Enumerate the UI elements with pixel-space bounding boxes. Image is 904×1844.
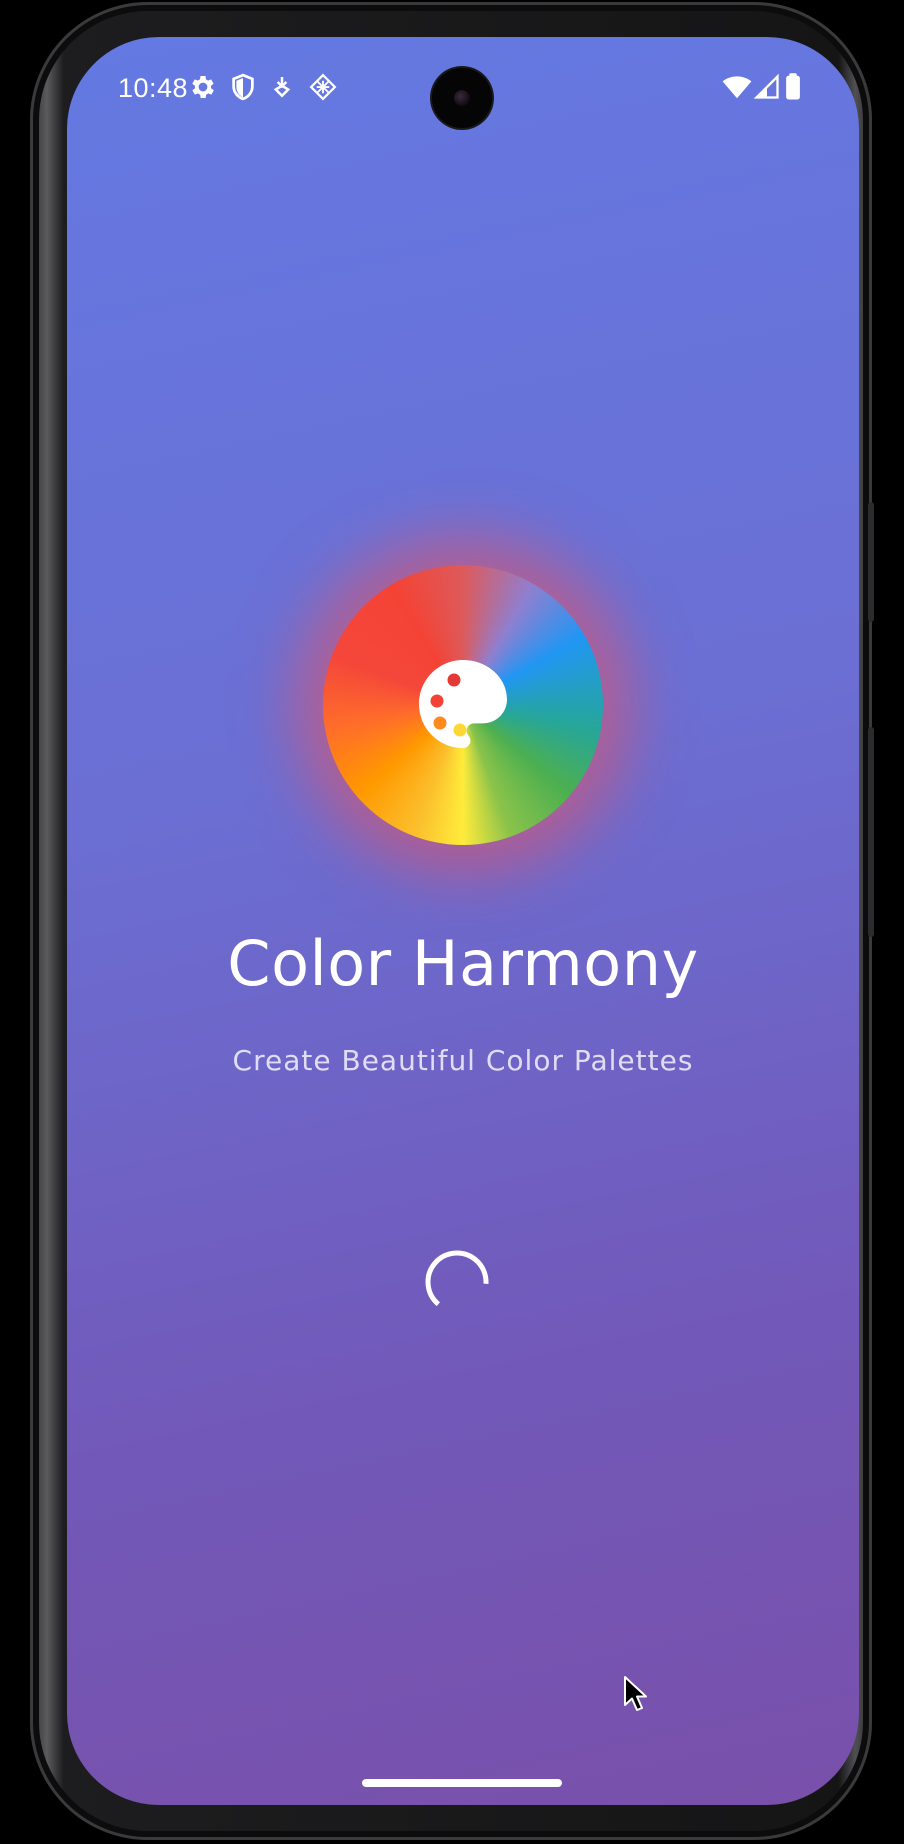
download-badge-icon — [273, 77, 291, 98]
power-button — [868, 727, 874, 937]
status-time: 10:48 — [118, 73, 189, 103]
palette-icon — [419, 660, 507, 748]
volume-button — [868, 502, 874, 622]
mouse-pointer-icon — [624, 1676, 647, 1711]
app-subtitle: Create Beautiful Color Palettes — [232, 1044, 694, 1077]
wifi-icon — [722, 76, 752, 99]
diamond-grid-icon — [309, 73, 337, 101]
app-screen: 10:48 Color Harmony Create Beautiful Col… — [67, 37, 859, 1805]
status-bar: 10:48 — [67, 37, 859, 137]
gear-icon — [192, 76, 214, 98]
battery-icon — [786, 73, 800, 100]
app-title: Color Harmony — [227, 927, 699, 1000]
loading-spinner — [425, 1250, 489, 1314]
front-camera — [432, 68, 492, 128]
shield-icon — [232, 73, 254, 101]
home-indicator[interactable] — [362, 1779, 562, 1787]
cell-signal-icon — [753, 73, 779, 99]
